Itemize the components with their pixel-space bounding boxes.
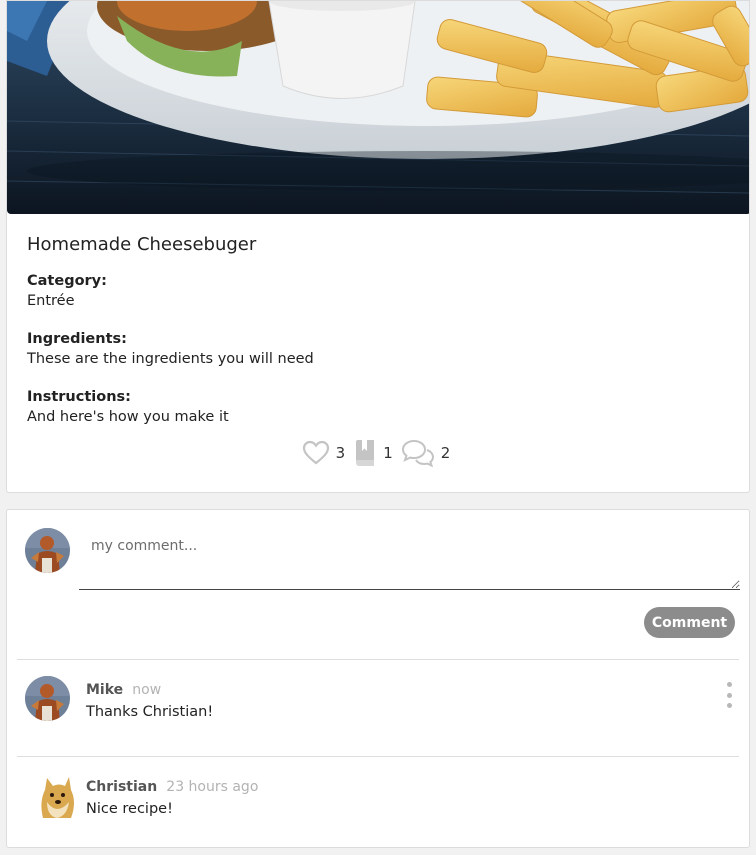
category-field: Category: Entrée bbox=[27, 271, 107, 311]
recipe-title: Homemade Cheesebuger bbox=[27, 234, 257, 255]
bookmark-count: 1 bbox=[383, 444, 393, 462]
comment-header: Mike now bbox=[86, 679, 213, 698]
category-value: Entrée bbox=[27, 293, 75, 309]
comment-text: Thanks Christian! bbox=[86, 704, 214, 720]
comment-stat[interactable]: 2 bbox=[401, 439, 451, 467]
like-stat[interactable]: 3 bbox=[302, 440, 346, 466]
comment-input[interactable] bbox=[79, 528, 740, 590]
current-user-avatar bbox=[25, 528, 70, 573]
ingredients-field: Ingredients: These are the ingredients y… bbox=[27, 329, 314, 369]
book-icon[interactable] bbox=[353, 439, 377, 467]
recipe-stats: 3 1 2 bbox=[7, 439, 749, 467]
instructions-field: Instructions: And here's how you make it bbox=[27, 387, 229, 427]
divider bbox=[17, 659, 739, 660]
comments-card: Comment Mike now Thanks Christian! bbox=[6, 509, 750, 848]
comment-author-avatar[interactable] bbox=[37, 772, 77, 820]
heart-icon[interactable] bbox=[302, 440, 330, 466]
recipe-photo bbox=[7, 1, 749, 214]
category-label: Category: bbox=[27, 273, 107, 289]
vertical-dots-icon[interactable] bbox=[724, 682, 734, 708]
recipe-card: Homemade Cheesebuger Category: Entrée In… bbox=[6, 0, 750, 493]
comment-author-avatar[interactable] bbox=[25, 676, 70, 721]
bookmark-stat[interactable]: 1 bbox=[353, 439, 393, 467]
comment-header: Christian 23 hours ago bbox=[86, 776, 258, 795]
comment-timestamp: 23 hours ago bbox=[166, 779, 259, 795]
ingredients-label: Ingredients: bbox=[27, 331, 127, 347]
comment-text: Nice recipe! bbox=[86, 801, 173, 817]
recipe-details: Homemade Cheesebuger Category: Entrée In… bbox=[27, 233, 729, 425]
ingredients-value: These are the ingredients you will need bbox=[27, 351, 314, 367]
comment-author[interactable]: Mike bbox=[86, 682, 123, 698]
like-count: 3 bbox=[335, 444, 346, 462]
comment-button[interactable]: Comment bbox=[644, 607, 735, 638]
comment-item: Christian 23 hours ago Nice recipe! bbox=[86, 776, 258, 817]
divider bbox=[17, 756, 739, 757]
comment-timestamp: now bbox=[132, 682, 162, 698]
instructions-value: And here's how you make it bbox=[27, 409, 229, 425]
comment-item: Mike now Thanks Christian! bbox=[86, 679, 213, 720]
instructions-label: Instructions: bbox=[27, 389, 131, 405]
comment-author[interactable]: Christian bbox=[86, 779, 157, 795]
speech-bubbles-icon[interactable] bbox=[401, 439, 435, 467]
comment-count: 2 bbox=[440, 444, 451, 462]
